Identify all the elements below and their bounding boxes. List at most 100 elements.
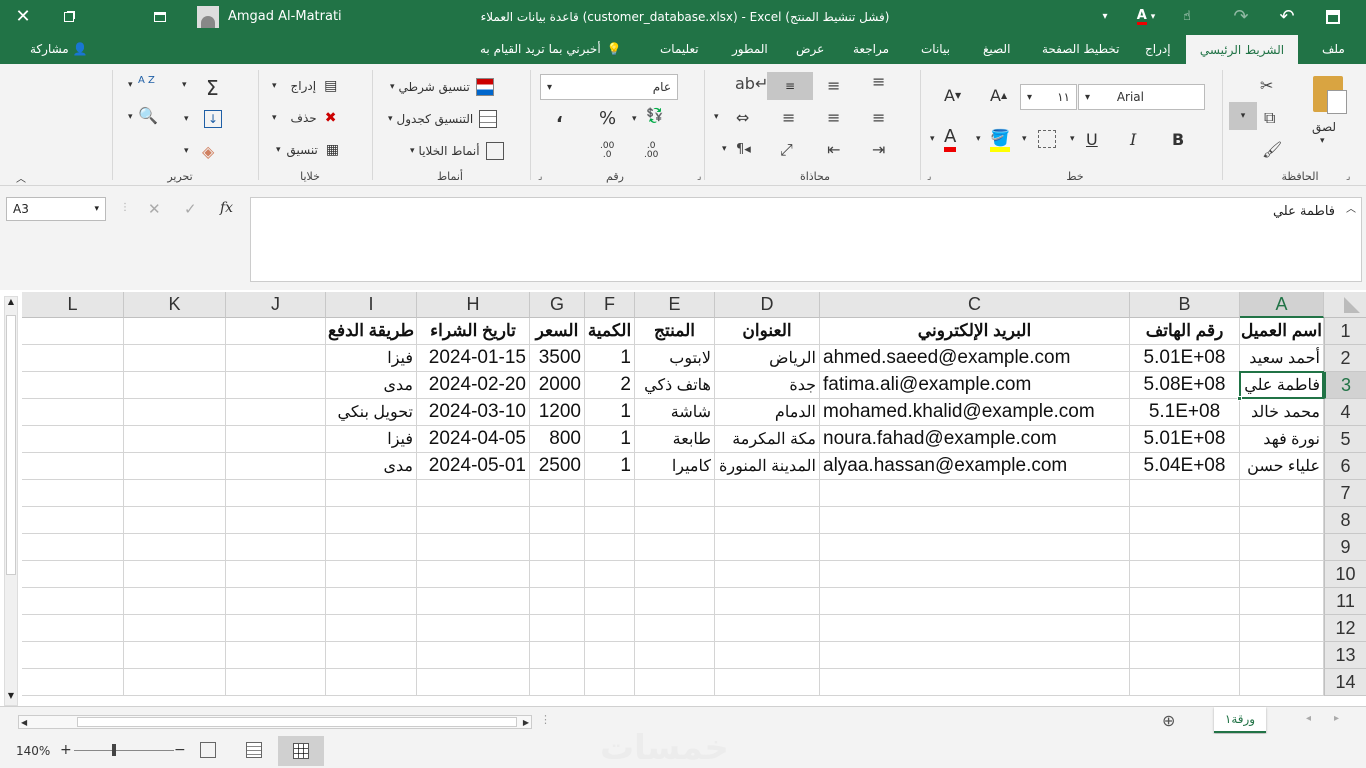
empty-cell[interactable] — [417, 561, 530, 588]
empty-cell[interactable] — [1130, 507, 1240, 534]
underline-dropdown-icon[interactable]: ▾ — [1070, 134, 1075, 144]
autosum-icon[interactable]: Σ — [206, 76, 219, 100]
font-color-qat-icon[interactable]: A ▾ — [1126, 0, 1166, 33]
formula-input[interactable]: فاطمة علي — [250, 197, 1362, 282]
empty-cell[interactable] — [635, 561, 715, 588]
empty-cell[interactable] — [635, 669, 715, 696]
header-cell[interactable]: اسم العميل — [1240, 318, 1324, 345]
empty-cell[interactable] — [1130, 561, 1240, 588]
orientation-icon[interactable]: ⤢ — [780, 140, 793, 160]
empty-cell[interactable] — [530, 615, 585, 642]
data-cell[interactable]: هاتف ذكي — [635, 372, 715, 399]
sheet-nav-prev-icon[interactable]: ▸ — [1334, 713, 1339, 724]
empty-cell[interactable] — [1130, 615, 1240, 642]
empty-cell[interactable] — [417, 534, 530, 561]
empty-cell[interactable] — [820, 615, 1130, 642]
restore-button[interactable] — [46, 0, 92, 33]
copy-dropdown[interactable]: ▾ — [1229, 102, 1257, 130]
empty-cell[interactable] — [22, 534, 124, 561]
empty-cell[interactable] — [1240, 588, 1324, 615]
empty-cell[interactable] — [820, 507, 1130, 534]
empty-cell[interactable] — [1240, 642, 1324, 669]
tab-insert[interactable]: إدراج — [1135, 33, 1181, 64]
empty-cell[interactable] — [635, 588, 715, 615]
empty-cell[interactable] — [585, 588, 635, 615]
merge-center-icon[interactable]: ⇔ — [736, 108, 749, 127]
empty-cell[interactable] — [124, 615, 226, 642]
empty-cell[interactable] — [1130, 642, 1240, 669]
empty-cell[interactable] — [124, 345, 226, 372]
fill-color-icon[interactable]: 🪣 — [990, 128, 1010, 152]
find-dropdown-icon[interactable]: ▾ — [128, 112, 133, 122]
insert-function-button[interactable]: fx — [220, 200, 233, 216]
data-cell[interactable]: المدينة المنورة — [715, 453, 820, 480]
empty-cell[interactable] — [226, 588, 326, 615]
cancel-icon[interactable]: ✕ — [148, 200, 161, 218]
empty-cell[interactable] — [124, 588, 226, 615]
empty-cell[interactable] — [585, 669, 635, 696]
empty-cell[interactable] — [635, 615, 715, 642]
zoom-in-icon[interactable]: + — [60, 742, 72, 758]
wrap-text-icon[interactable]: ab↵ — [735, 74, 768, 93]
data-cell[interactable]: فيزا — [326, 426, 417, 453]
column-header-c[interactable]: C — [820, 292, 1130, 318]
empty-cell[interactable] — [417, 588, 530, 615]
align-middle-icon[interactable]: ≡ — [767, 72, 813, 100]
merge-dropdown-icon[interactable]: ▾ — [714, 112, 719, 122]
tab-home[interactable]: الشريط الرئيسي — [1186, 35, 1298, 64]
data-cell[interactable]: فاطمة علي — [1240, 372, 1324, 399]
empty-cell[interactable] — [124, 507, 226, 534]
data-cell[interactable]: 1 — [585, 399, 635, 426]
accounting-dropdown-icon[interactable]: ▾ — [632, 114, 637, 124]
collapse-formula-bar-icon[interactable]: ︿ — [1346, 200, 1356, 215]
align-left-icon[interactable]: ≡ — [782, 108, 795, 127]
decrease-font-icon[interactable]: A ▼ — [944, 86, 961, 105]
empty-cell[interactable] — [530, 588, 585, 615]
data-cell[interactable]: 2024-03-10 — [417, 399, 530, 426]
page-break-view-icon[interactable] — [200, 742, 216, 758]
empty-cell[interactable] — [585, 561, 635, 588]
zoom-out-icon[interactable]: − — [174, 742, 186, 758]
undo-icon[interactable]: ↶ — [1272, 0, 1302, 33]
tab-page-layout[interactable]: تخطيط الصفحة — [1032, 33, 1129, 64]
data-cell[interactable]: مدى — [326, 372, 417, 399]
select-all-button[interactable] — [1324, 292, 1366, 318]
empty-cell[interactable] — [530, 669, 585, 696]
empty-cell[interactable] — [417, 615, 530, 642]
data-cell[interactable]: 2024-02-20 — [417, 372, 530, 399]
tab-review[interactable]: مراجعة — [843, 33, 899, 64]
data-cell[interactable]: 1 — [585, 453, 635, 480]
empty-cell[interactable] — [715, 669, 820, 696]
empty-cell[interactable] — [585, 480, 635, 507]
comma-button[interactable]: ، — [556, 106, 563, 127]
empty-cell[interactable] — [124, 453, 226, 480]
zoom-slider[interactable] — [74, 750, 174, 751]
empty-cell[interactable] — [585, 507, 635, 534]
empty-cell[interactable] — [1130, 534, 1240, 561]
empty-cell[interactable] — [22, 480, 124, 507]
data-cell[interactable]: 3500 — [530, 345, 585, 372]
empty-cell[interactable] — [530, 642, 585, 669]
delete-cells-button[interactable]: ▾ حذف ✖ — [272, 110, 336, 126]
empty-cell[interactable] — [226, 399, 326, 426]
number-format-select[interactable]: ▾ عام — [540, 74, 678, 100]
row-header[interactable]: 8 — [1324, 507, 1366, 534]
empty-cell[interactable] — [417, 642, 530, 669]
empty-cell[interactable] — [1240, 480, 1324, 507]
empty-cell[interactable] — [820, 669, 1130, 696]
sort-dropdown-icon[interactable]: ▾ — [128, 80, 133, 90]
row-header[interactable]: 14 — [1324, 669, 1366, 696]
avatar[interactable] — [196, 0, 220, 33]
empty-cell[interactable] — [326, 534, 417, 561]
rtl-icon[interactable]: ¶◂ — [736, 142, 751, 157]
row-header[interactable]: 6 — [1324, 453, 1366, 480]
empty-cell[interactable] — [124, 534, 226, 561]
data-cell[interactable]: أحمد سعيد — [1240, 345, 1324, 372]
empty-cell[interactable] — [124, 561, 226, 588]
close-button[interactable]: ✕ — [0, 0, 46, 33]
sheet-tab[interactable]: ورقة١ — [1214, 707, 1266, 733]
font-launcher-icon[interactable]: ⌟ — [927, 172, 931, 182]
empty-cell[interactable] — [417, 480, 530, 507]
empty-cell[interactable] — [326, 669, 417, 696]
accounting-format-icon[interactable]: 💱 — [646, 108, 663, 124]
